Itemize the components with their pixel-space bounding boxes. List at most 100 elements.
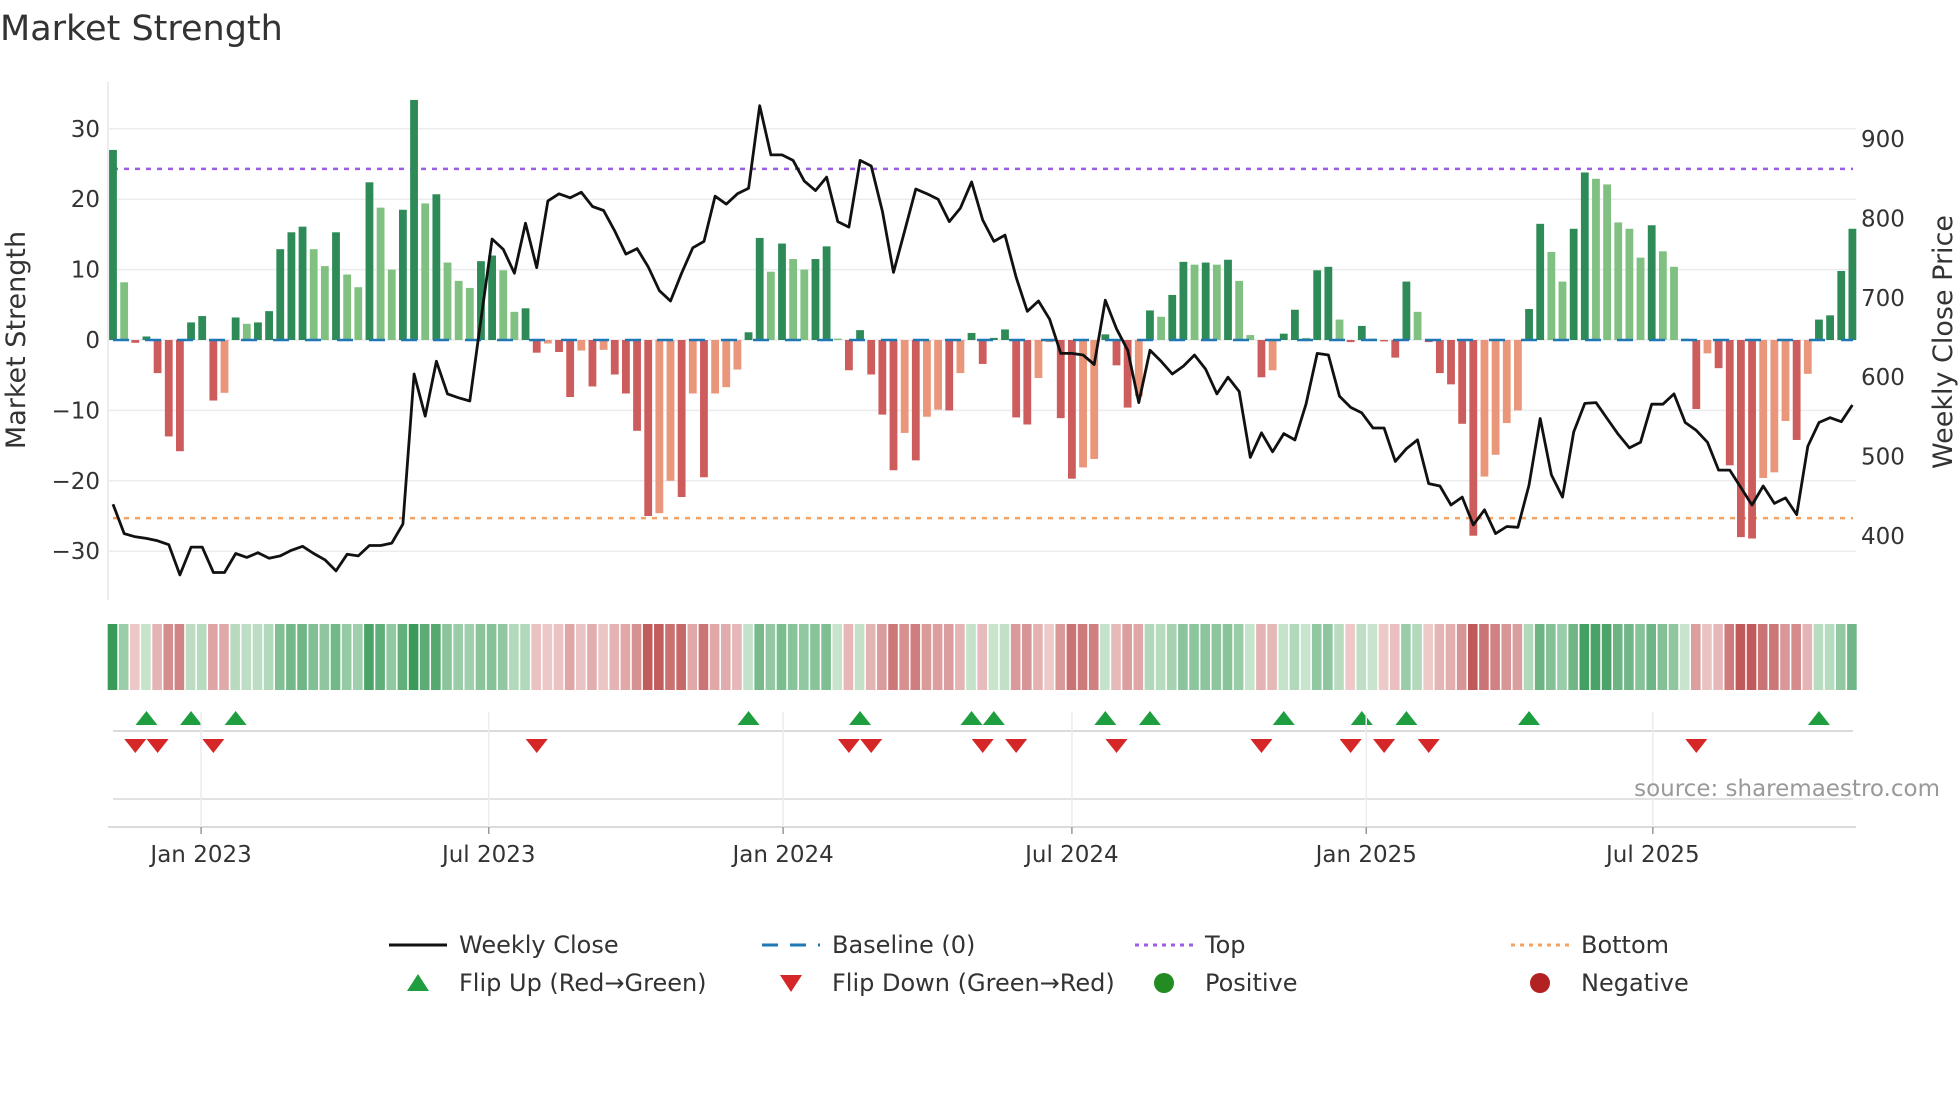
strip-cell [196, 624, 207, 690]
strip-cell [1546, 624, 1556, 690]
negative-bar [1268, 340, 1277, 371]
positive-bar [510, 311, 519, 340]
positive-bar [1547, 252, 1556, 340]
strip-cell [732, 624, 742, 690]
strip-cell [1735, 624, 1746, 690]
positive-bar [231, 317, 240, 340]
strip-cell [854, 624, 865, 690]
positive-bar [521, 308, 530, 340]
positive-bar [1235, 280, 1244, 340]
strip-cell [1746, 624, 1757, 690]
positive-bar [1402, 281, 1411, 340]
strip-cell [988, 624, 999, 690]
flip-down-marker [1685, 739, 1708, 753]
negative-bar [1346, 340, 1355, 343]
strip-cell [230, 624, 240, 690]
strip-cell [1077, 624, 1088, 690]
legend: Weekly Close Baseline (0) Top Bottom Flip Up… [389, 931, 1689, 997]
strip-cell [353, 624, 363, 690]
strip-cell [576, 624, 586, 690]
positive-bar [755, 237, 764, 340]
flip-up-marker [1094, 711, 1117, 725]
strip-cell [1601, 624, 1612, 690]
positive-bar [1357, 325, 1366, 340]
strip-cell [687, 624, 698, 690]
positive-bar [421, 203, 430, 340]
strip-cell [966, 624, 976, 690]
strip-cell [1200, 624, 1210, 690]
x-tick-label: Jul 2025 [1604, 842, 1700, 868]
strip-cell [642, 624, 653, 690]
strip-cell [1557, 624, 1567, 690]
strength-bars [109, 99, 1857, 539]
strip-cell [274, 624, 285, 690]
negative-bar [878, 340, 887, 415]
negative-bar [1491, 340, 1500, 455]
negative-bar [622, 340, 630, 394]
strip-cell [1512, 624, 1523, 690]
positive-bar [265, 311, 273, 340]
strip-cell [1412, 624, 1422, 690]
positive-bar [276, 249, 285, 340]
negative-bar [1514, 340, 1522, 411]
positive-bar [1324, 266, 1333, 340]
negative-bar [1257, 340, 1266, 378]
strip-cell [1211, 624, 1222, 690]
positive-bar [120, 282, 129, 340]
positive-bar [454, 280, 463, 340]
negative-bar [1714, 340, 1723, 369]
negative-bar [1469, 340, 1478, 536]
strip-cell [1300, 624, 1311, 690]
negative-bar [1458, 340, 1467, 424]
negative-bar [733, 340, 742, 370]
strip-cell [341, 624, 352, 690]
positive-bar [376, 207, 385, 340]
positive-bar [443, 262, 452, 340]
strip-cell [319, 624, 330, 690]
strip-cell [1278, 624, 1289, 690]
strip-cell [1423, 624, 1433, 690]
positive-bar [432, 194, 441, 340]
strip-cell [743, 624, 753, 690]
positive-bar [856, 330, 864, 340]
positive-bar [1224, 259, 1232, 340]
strip-cell [1133, 624, 1144, 690]
positive-bar [822, 246, 831, 340]
positive-bar [1201, 262, 1210, 340]
strip-cell [419, 624, 430, 690]
strip-cell [1780, 624, 1790, 690]
negative-bar [1748, 340, 1756, 539]
flip-down-marker [124, 739, 147, 753]
flip-down-marker [202, 739, 225, 753]
triangle-up-icon [407, 974, 429, 991]
strip-cell [999, 624, 1010, 690]
positive-bar [1647, 225, 1656, 340]
strip-cell [263, 624, 274, 690]
circle-icon [1154, 973, 1174, 993]
strip-cell [1334, 624, 1344, 690]
positive-bar [800, 269, 809, 340]
legend-item: Negative [1530, 969, 1689, 997]
strip-cell [1657, 624, 1668, 690]
flip-down-marker [971, 739, 994, 753]
strip-cell [542, 624, 553, 690]
positive-bar [1603, 184, 1611, 340]
strip-cell [564, 624, 575, 690]
x-tick-label: Jul 2024 [1023, 842, 1119, 868]
negative-bar [1435, 340, 1444, 374]
strip-cell [1010, 624, 1021, 690]
negative-bar [911, 340, 920, 461]
left-tick-label: 0 [85, 328, 100, 354]
flip-up-marker [1807, 711, 1830, 725]
legend-item: Flip Down (Green→Red) [780, 969, 1115, 997]
flip-up-marker [960, 711, 983, 725]
positive-bar [1212, 264, 1221, 340]
strip-cell [921, 624, 932, 690]
chart-title: Market Strength [0, 9, 283, 49]
strip-cell [397, 624, 408, 690]
legend-label: Weekly Close [459, 931, 619, 959]
flip-down-marker [837, 739, 860, 753]
negative-bar [1023, 340, 1032, 425]
strip-cell [1668, 624, 1679, 690]
strip-cell [330, 624, 341, 690]
